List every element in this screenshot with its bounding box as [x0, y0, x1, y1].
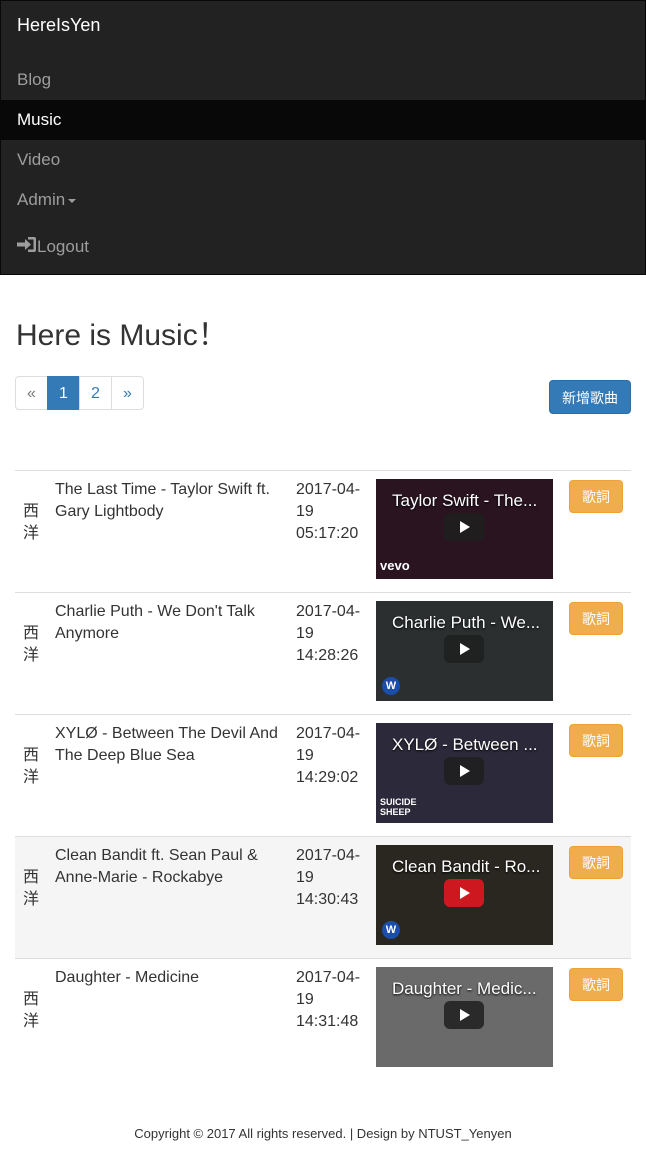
- video-title: Clean Bandit - Ro...: [392, 857, 541, 876]
- date-cell: 2017-04-19 14:30:43: [296, 845, 368, 911]
- lyrics-button[interactable]: 歌詞: [569, 724, 623, 757]
- time-text: 05:17:20: [296, 525, 359, 542]
- pagination-page-2[interactable]: 2: [79, 376, 112, 410]
- video-title: Daughter - Medic...: [392, 979, 537, 998]
- nav-item-music[interactable]: Music: [1, 100, 645, 140]
- lyrics-button[interactable]: 歌詞: [569, 968, 623, 1001]
- table-row: 西洋 The Last Time - Taylor Swift ft. Gary…: [15, 470, 631, 592]
- pagination-next-button[interactable]: »: [111, 376, 144, 410]
- video-thumbnail[interactable]: XYLØ - Between ... SUICIDE SHEEP: [376, 723, 553, 823]
- time-text: 14:31:48: [296, 1013, 359, 1030]
- nav-item-admin-dropdown[interactable]: Admin: [1, 180, 645, 220]
- date-cell: 2017-04-19 14:29:02: [296, 723, 368, 789]
- video-thumbnail[interactable]: Clean Bandit - Ro... W: [376, 845, 553, 945]
- table-row: 西洋 Daughter - Medicine 2017-04-19 14:31:4…: [15, 958, 631, 1080]
- date-text: 2017-04-19: [296, 481, 361, 520]
- category-label: 西洋: [23, 503, 40, 542]
- play-icon: [444, 513, 484, 541]
- vevo-logo: vevo: [380, 558, 410, 573]
- caret-down-icon: [68, 198, 77, 203]
- nav-item-label: Admin: [17, 190, 66, 209]
- time-text: 14:30:43: [296, 891, 359, 908]
- lyrics-button[interactable]: 歌詞: [569, 846, 623, 879]
- lyrics-button[interactable]: 歌詞: [569, 480, 623, 513]
- pagination-prev-button[interactable]: «: [15, 376, 48, 410]
- play-icon: [444, 879, 484, 907]
- table-row: 西洋 Clean Bandit ft. Sean Paul & Anne-Mar…: [15, 836, 631, 958]
- warner-logo: W: [382, 677, 400, 695]
- navbar: HereIsYen Blog Music Video Admin Logout: [0, 0, 646, 275]
- category-label: 西洋: [23, 747, 40, 786]
- nav-item-label: Music: [17, 110, 62, 129]
- table-row: 西洋 Charlie Puth - We Don't Talk Anymore …: [15, 592, 631, 714]
- lyrics-button[interactable]: 歌詞: [569, 602, 623, 635]
- date-text: 2017-04-19: [296, 969, 361, 1008]
- play-icon: [444, 757, 484, 785]
- video-title: Taylor Swift - The...: [392, 491, 538, 510]
- log-in-icon: [17, 228, 37, 268]
- nav-item-logout[interactable]: Logout: [1, 227, 645, 267]
- play-icon: [444, 635, 484, 663]
- logout-label: Logout: [37, 237, 89, 256]
- suicide-sheep-logo: SUICIDE SHEEP: [380, 797, 417, 817]
- table-row: 西洋 XYLØ - Between The Devil And The Deep…: [15, 714, 631, 836]
- nav-item-blog[interactable]: Blog: [1, 60, 645, 100]
- pagination-page-1[interactable]: 1: [47, 376, 80, 410]
- video-thumbnail[interactable]: Daughter - Medic...: [376, 967, 553, 1067]
- add-song-button[interactable]: 新增歌曲: [549, 380, 631, 414]
- video-thumbnail[interactable]: Taylor Swift - The... vevo: [376, 479, 553, 579]
- song-title: Clean Bandit ft. Sean Paul & Anne-Marie …: [55, 847, 258, 886]
- warner-logo: W: [382, 921, 400, 939]
- time-text: 14:29:02: [296, 769, 359, 786]
- date-cell: 2017-04-19 14:28:26: [296, 601, 368, 667]
- category-label: 西洋: [23, 991, 40, 1030]
- nav-item-label: Video: [17, 150, 61, 169]
- category-label: 西洋: [23, 625, 40, 664]
- date-cell: 2017-04-19 05:17:20: [296, 479, 368, 545]
- category-label: 西洋: [23, 869, 40, 908]
- video-title: Charlie Puth - We...: [392, 613, 541, 632]
- date-text: 2017-04-19: [296, 725, 361, 764]
- pagination: « 1 2 »: [15, 376, 144, 410]
- video-title: XYLØ - Between ...: [392, 735, 538, 754]
- song-title: Daughter - Medicine: [55, 969, 200, 986]
- date-text: 2017-04-19: [296, 847, 361, 886]
- brand-link[interactable]: HereIsYen: [17, 15, 100, 36]
- footer-copyright: Copyright © 2017 All rights reserved. | …: [134, 1126, 512, 1141]
- date-text: 2017-04-19: [296, 603, 361, 642]
- nav-item-video[interactable]: Video: [1, 140, 645, 180]
- video-thumbnail[interactable]: Charlie Puth - We... W: [376, 601, 553, 701]
- page-title: Here is Music！: [16, 319, 228, 352]
- song-title: The Last Time - Taylor Swift ft. Gary Li…: [55, 481, 270, 520]
- play-icon: [444, 1001, 484, 1029]
- date-cell: 2017-04-19 14:31:48: [296, 967, 368, 1033]
- song-title: Charlie Puth - We Don't Talk Anymore: [55, 603, 255, 642]
- time-text: 14:28:26: [296, 647, 359, 664]
- nav-item-label: Blog: [17, 70, 52, 89]
- song-title: XYLØ - Between The Devil And The Deep Bl…: [55, 725, 278, 764]
